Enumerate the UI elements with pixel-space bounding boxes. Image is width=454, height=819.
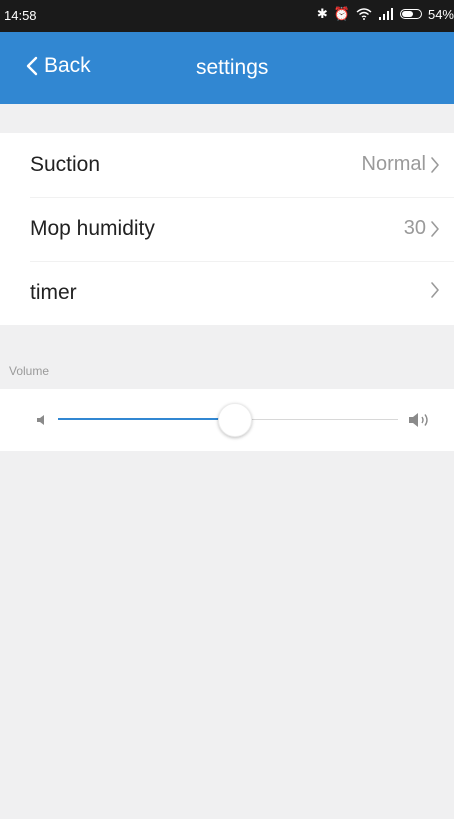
row-label: timer: [30, 281, 77, 304]
row-value: Normal: [361, 153, 426, 175]
volume-row: [0, 389, 454, 451]
battery-icon: [399, 9, 422, 19]
status-time: 14:58: [4, 8, 37, 23]
back-button[interactable]: Back: [24, 54, 91, 78]
volume-slider[interactable]: [58, 403, 398, 437]
row-right: 30: [404, 217, 440, 240]
volume-high-icon: [409, 413, 428, 427]
nav-bar: Back settings: [0, 32, 454, 104]
battery-percent: 54%: [427, 6, 454, 22]
chevron-right-icon: [431, 156, 439, 173]
back-label: Back: [44, 54, 91, 77]
volume-section-label: Volume: [9, 364, 50, 378]
settings-row-suction[interactable]: Suction Normal: [0, 133, 454, 197]
status-icons: ✱ ⏰ 54%: [317, 6, 454, 22]
slider-thumb[interactable]: [218, 403, 252, 437]
settings-list: Suction Normal Mop humidity 30 timer: [0, 133, 454, 325]
row-label: Suction: [30, 153, 101, 176]
alarm-icon: ⏰: [333, 6, 350, 21]
row-label: Mop humidity: [30, 217, 155, 240]
chevron-left-icon: [26, 56, 38, 76]
volume-low-icon: [37, 415, 44, 425]
row-right: [426, 281, 440, 299]
slider-fill: [58, 418, 235, 420]
signal-icon: [378, 8, 393, 20]
wifi-icon: [356, 8, 372, 20]
status-bar: 14:58 ✱ ⏰ 54%: [0, 0, 454, 32]
page-title: settings: [196, 56, 269, 79]
row-right: Normal: [362, 153, 440, 176]
chevron-right-icon: [431, 220, 439, 237]
bluetooth-icon: ✱: [316, 6, 328, 21]
chevron-right-icon: [431, 282, 439, 298]
row-value: 30: [403, 217, 426, 239]
settings-row-mop-humidity[interactable]: Mop humidity 30: [0, 197, 454, 261]
settings-row-timer[interactable]: timer: [0, 261, 454, 325]
